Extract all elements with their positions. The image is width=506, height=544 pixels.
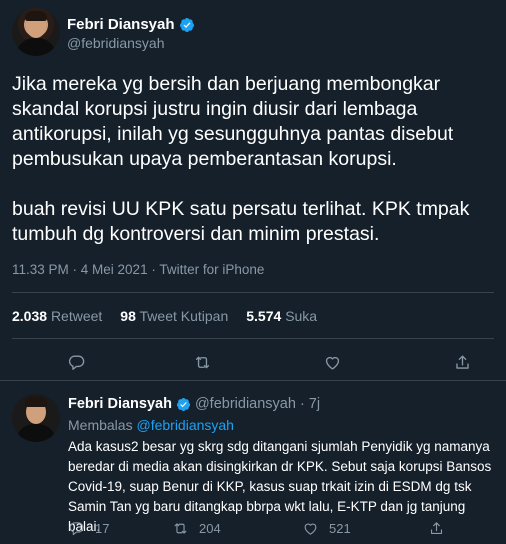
divider — [12, 338, 494, 339]
reply-share-button[interactable] — [428, 520, 445, 537]
reply-icon — [68, 354, 84, 370]
like-icon — [304, 523, 317, 535]
avatar[interactable] — [12, 394, 60, 442]
like-icon — [325, 356, 339, 370]
author-handle[interactable]: @febridiansyah — [67, 35, 165, 51]
replying-label: Membalas — [68, 417, 133, 433]
reply-author-handle[interactable]: @febridiansyah — [195, 396, 296, 412]
reply-header: Febri Diansyah @febridiansyah · 7j — [68, 396, 320, 412]
reply-tweet[interactable]: Febri Diansyah @febridiansyah · 7j Memba… — [0, 380, 506, 544]
reply-retweet-button[interactable]: 204 — [172, 520, 221, 537]
tweet-text: Jika mereka yg bersih dan berjuang membo… — [12, 72, 496, 272]
verified-badge-icon — [179, 17, 194, 32]
author-name[interactable]: Febri Diansyah — [67, 16, 175, 33]
like-stat[interactable]: 5.574 Suka — [246, 308, 317, 324]
tweet-header: Febri Diansyah @febridiansyah — [12, 8, 492, 58]
reply-reply-button[interactable]: 17 — [68, 520, 109, 537]
reply-icon — [69, 522, 84, 536]
divider — [12, 292, 494, 293]
retweet-count: 204 — [199, 521, 221, 536]
share-icon — [455, 354, 469, 369]
reply-count: 17 — [95, 521, 110, 536]
replying-to: Membalas @febridiansyah — [68, 417, 234, 433]
tweet-paragraph: Jika mereka yg bersih dan berjuang membo… — [12, 73, 454, 170]
retweet-stat[interactable]: 2.038 Retweet — [12, 308, 102, 324]
quote-tweet-stat[interactable]: 98 Tweet Kutipan — [120, 308, 228, 324]
tweet-timestamp[interactable]: 11.33 PM · 4 Mei 2021 · Twitter for iPho… — [12, 262, 264, 277]
share-button[interactable] — [448, 348, 476, 376]
replying-to-mention[interactable]: @febridiansyah — [136, 417, 234, 433]
like-count: 521 — [329, 521, 351, 536]
tweet-stats: 2.038 Retweet 98 Tweet Kutipan 5.574 Suk… — [12, 308, 317, 324]
share-icon — [430, 522, 443, 535]
retweet-icon — [195, 356, 209, 368]
reply-author-name[interactable]: Febri Diansyah — [68, 396, 172, 412]
avatar[interactable] — [12, 8, 60, 56]
reply-button[interactable] — [62, 348, 90, 376]
author-name-line: Febri Diansyah — [67, 16, 195, 33]
like-button[interactable] — [318, 348, 346, 376]
retweet-button[interactable] — [188, 348, 216, 376]
tweet-paragraph: buah revisi UU KPK satu persatu terlihat… — [12, 198, 470, 245]
reply-actions: 17 204 521 — [68, 520, 498, 542]
reply-time[interactable]: · 7j — [300, 396, 320, 412]
reply-like-button[interactable]: 521 — [302, 520, 351, 537]
verified-badge-icon — [176, 397, 191, 411]
retweet-icon — [174, 523, 187, 534]
tweet-actions — [0, 348, 506, 376]
